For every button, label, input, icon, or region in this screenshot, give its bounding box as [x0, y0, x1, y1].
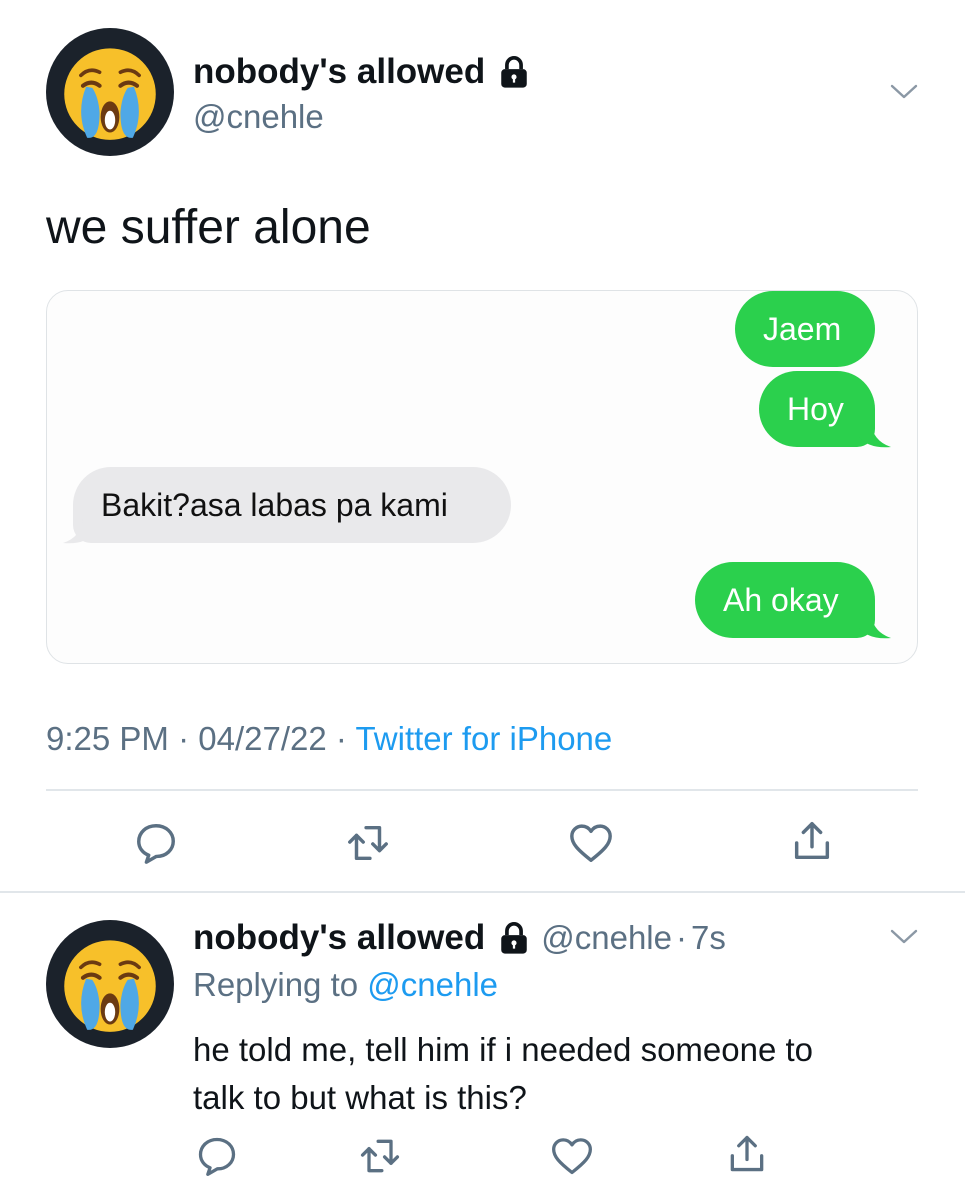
- message-text: Jaem: [763, 311, 842, 347]
- divider: [0, 891, 965, 893]
- replying-to: Replying to @cnehle: [193, 966, 498, 1004]
- comment-icon: [133, 820, 179, 866]
- user-handle[interactable]: @cnehle: [541, 919, 672, 957]
- like-button[interactable]: [550, 1134, 594, 1178]
- tweet-date[interactable]: 04/27/22: [198, 720, 326, 757]
- replying-to-label: Replying to: [193, 966, 359, 1003]
- message-bubble-outgoing: Hoy: [759, 371, 875, 447]
- loudly-crying-face-icon: [58, 40, 162, 144]
- separator-dot: ·: [178, 720, 190, 757]
- retweet-button[interactable]: [358, 1134, 402, 1178]
- tweet-source-link[interactable]: Twitter for iPhone: [355, 720, 612, 757]
- reply-button[interactable]: [133, 820, 179, 866]
- display-name[interactable]: nobody's allowed: [193, 918, 485, 958]
- bubble-tail: [859, 423, 891, 448]
- share-icon: [725, 1132, 769, 1176]
- replying-to-handle[interactable]: @cnehle: [367, 966, 498, 1003]
- attached-image[interactable]: Jaem Hoy Bakit?asa labas pa kami Ah okay: [46, 290, 918, 664]
- message-text: Bakit?asa labas pa kami: [101, 487, 448, 523]
- tweet-text: we suffer alone: [46, 201, 371, 254]
- comment-icon: [195, 1134, 239, 1178]
- share-button[interactable]: [789, 818, 835, 864]
- chevron-down-icon[interactable]: [889, 928, 919, 946]
- tweet-time[interactable]: 9:25 PM: [46, 720, 169, 757]
- lock-icon: [497, 55, 531, 89]
- reply-text-line: talk to but what is this?: [193, 1079, 527, 1116]
- tweet-meta: 9:25 PM · 04/27/22 · Twitter for iPhone: [46, 720, 612, 758]
- retweet-icon: [345, 820, 391, 866]
- display-name-row[interactable]: nobody's allowed: [193, 52, 531, 92]
- loudly-crying-face-icon: [58, 932, 162, 1036]
- avatar[interactable]: [46, 920, 174, 1048]
- share-icon: [789, 818, 835, 864]
- display-name: nobody's allowed: [193, 52, 486, 91]
- message-bubble-outgoing: Jaem: [735, 291, 875, 367]
- like-button[interactable]: [568, 820, 614, 866]
- message-text: Hoy: [787, 391, 844, 427]
- lock-icon: [497, 921, 531, 955]
- user-handle[interactable]: @cnehle: [193, 98, 324, 136]
- separator-dot: ·: [676, 919, 687, 956]
- chevron-down-icon[interactable]: [889, 83, 919, 101]
- share-button[interactable]: [725, 1132, 769, 1176]
- reply-text: he told me, tell him if i needed someone…: [193, 1026, 813, 1122]
- retweet-button[interactable]: [345, 820, 391, 866]
- reply-text-line: he told me, tell him if i needed someone…: [193, 1031, 814, 1068]
- divider: [46, 789, 918, 791]
- reply-button[interactable]: [195, 1134, 239, 1178]
- tweet-age[interactable]: 7s: [691, 919, 726, 957]
- retweet-icon: [358, 1134, 402, 1178]
- reply-header: nobody's allowed @cnehle · 7s: [193, 918, 726, 958]
- message-text: Ah okay: [723, 582, 839, 618]
- message-bubble-incoming: Bakit?asa labas pa kami: [73, 467, 511, 543]
- bubble-tail: [859, 614, 891, 639]
- avatar[interactable]: [46, 28, 174, 156]
- separator-dot: ·: [335, 720, 347, 757]
- bubble-tail: [63, 519, 95, 544]
- message-bubble-outgoing: Ah okay: [695, 562, 875, 638]
- heart-icon: [550, 1134, 594, 1178]
- heart-icon: [568, 820, 614, 866]
